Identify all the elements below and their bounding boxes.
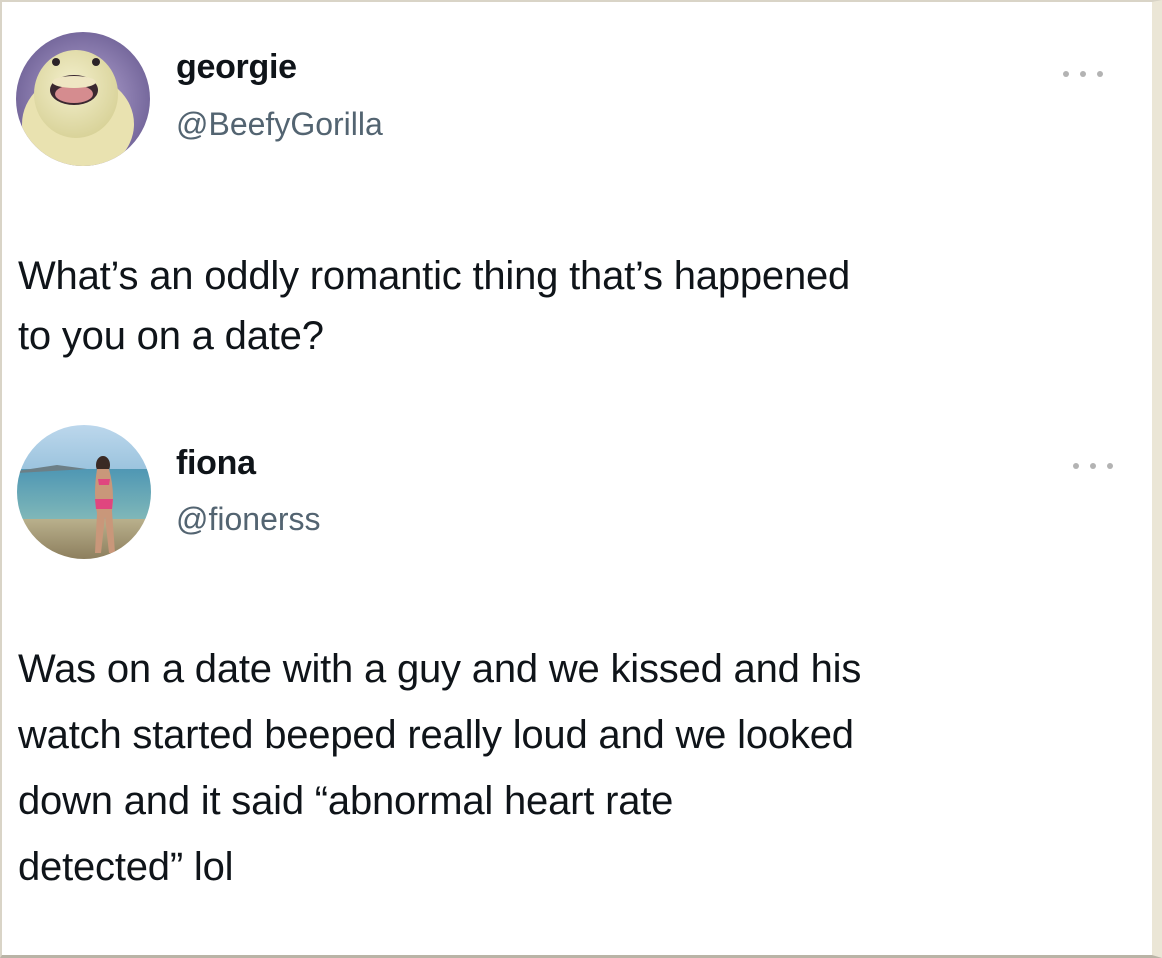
duck-face-avatar-icon bbox=[16, 32, 150, 166]
avatar-fiona[interactable] bbox=[17, 425, 151, 559]
dot bbox=[1107, 463, 1113, 469]
dot bbox=[1080, 71, 1086, 77]
dot bbox=[1097, 71, 1103, 77]
tweet-text-line: detected” lol bbox=[18, 845, 234, 889]
beach-photo-avatar-icon bbox=[17, 425, 151, 559]
tweet-text-line: down and it said “abnormal heart rate bbox=[18, 779, 674, 823]
user-handle[interactable]: @BeefyGorilla bbox=[176, 106, 383, 143]
display-name[interactable]: fiona bbox=[176, 444, 256, 483]
tweet-text: Was on a date with a guy and we kissed a… bbox=[18, 636, 861, 900]
user-handle[interactable]: @fionerss bbox=[176, 501, 321, 538]
tweet-text-line: Was on a date with a guy and we kissed a… bbox=[18, 647, 862, 691]
dot bbox=[1090, 463, 1096, 469]
more-options-icon[interactable] bbox=[1063, 64, 1103, 84]
tweet-text-line: to you on a date? bbox=[18, 314, 324, 358]
dot bbox=[1073, 463, 1079, 469]
display-name[interactable]: georgie bbox=[176, 48, 297, 87]
more-options-icon[interactable] bbox=[1073, 456, 1113, 476]
tweet-text-line: watch started beeped really loud and we … bbox=[18, 713, 854, 757]
avatar-georgie[interactable] bbox=[16, 32, 150, 166]
tweet-text: What’s an oddly romantic thing that’s ha… bbox=[18, 246, 850, 366]
tweet-text-line: What’s an oddly romantic thing that’s ha… bbox=[18, 254, 851, 298]
dot bbox=[1063, 71, 1069, 77]
